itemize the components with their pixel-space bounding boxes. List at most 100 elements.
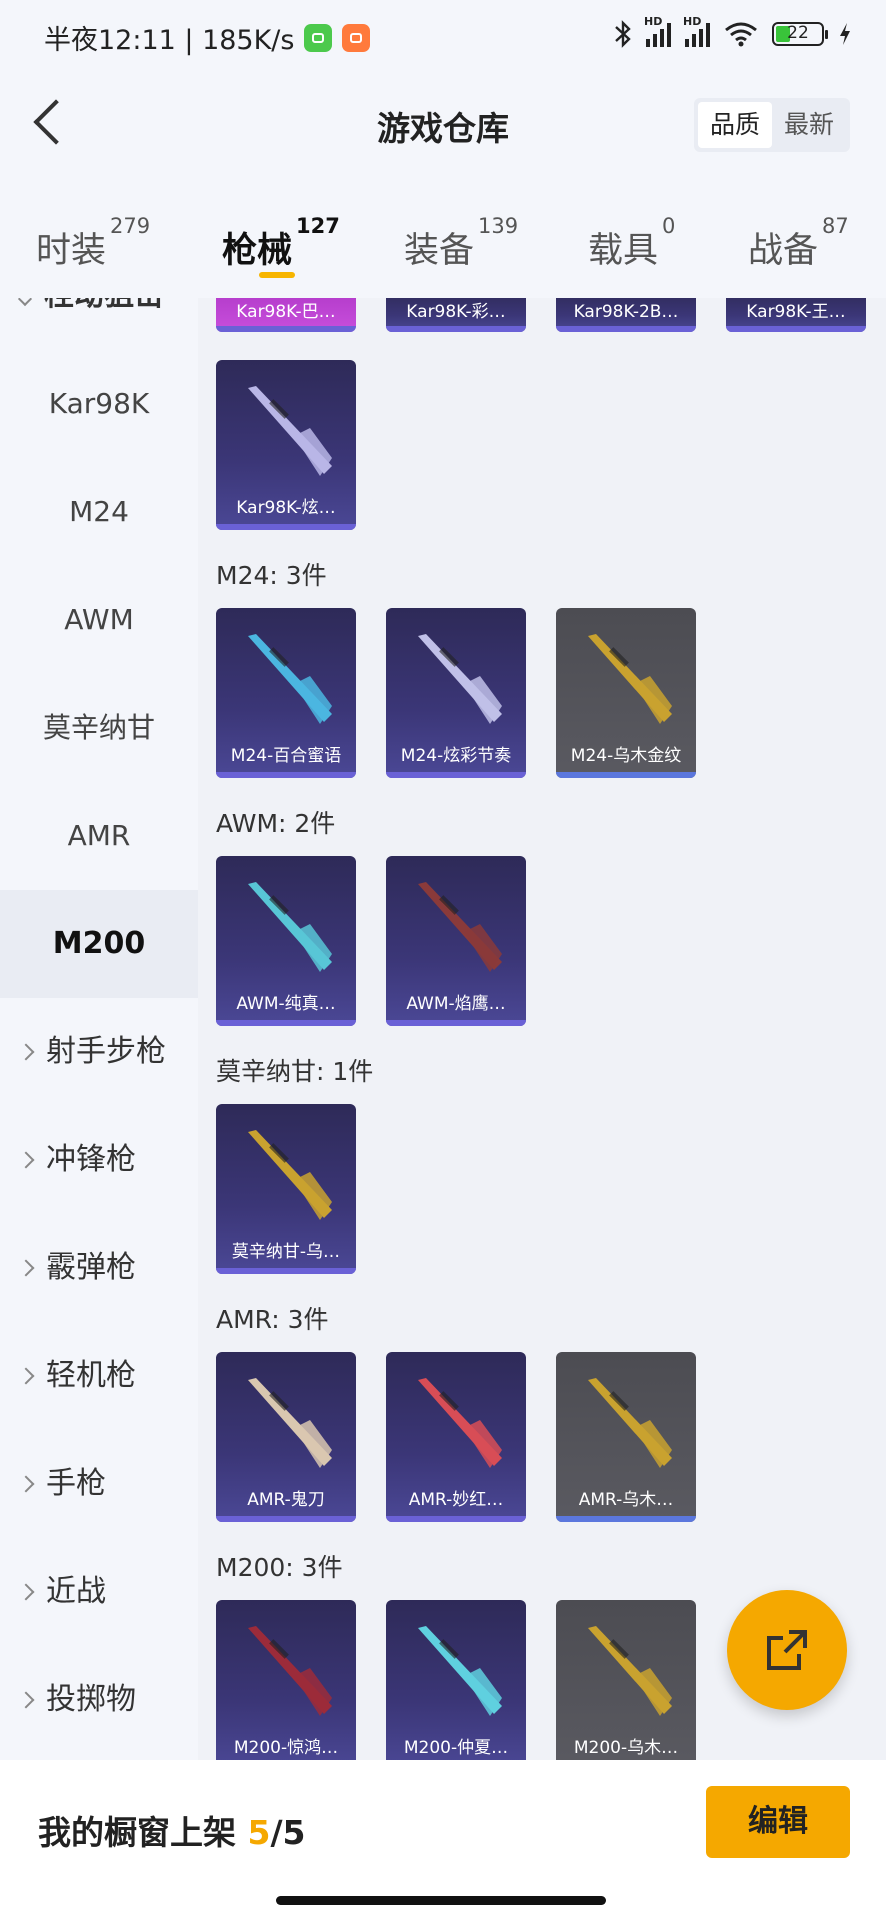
category-tabs: 时装279 枪械127 装备139 载具0 战备87 [0,180,886,298]
gun-skin-icon [248,1626,332,1716]
item-grid: Kar98K-巴… Kar98K-彩… Kar98K-2B… Kar98K-王…… [198,298,886,1760]
item-label: AMR-鬼刀 [247,1490,325,1510]
chevron-right-icon [17,1259,35,1277]
app-notification-icon [304,23,333,52]
sidebar-group-pistol[interactable]: 手枪 [0,1430,198,1538]
gun-skin-icon [588,1626,672,1716]
item-card[interactable]: AWM-纯真… [216,856,356,1026]
chevron-right-icon [17,1475,35,1493]
sort-by-quality[interactable]: 品质 [697,102,772,148]
gun-skin-icon [248,1378,332,1468]
shelf-status: 我的橱窗上架 5/5 [38,1813,306,1852]
item-card[interactable]: M24-百合蜜语 [216,608,356,778]
gun-skin-icon [588,634,672,724]
charging-icon [840,23,850,45]
item-label: Kar98K-炫… [236,498,336,518]
item-card[interactable]: M24-乌木金纹 [556,608,696,778]
item-label: M24-炫彩节奏 [400,746,512,766]
gun-skin-icon [418,634,502,724]
gun-skin-icon [418,1378,502,1468]
section-title: 莫辛纳甘: 1件 [216,1057,374,1086]
item-label: 莫辛纳甘-乌… [231,1242,341,1262]
item-label: AMR-乌木… [578,1490,674,1510]
item-label: M200-惊鸿… [233,1738,339,1758]
item-card[interactable]: Kar98K-王… [726,298,866,332]
item-card[interactable]: Kar98K-2B… [556,298,696,332]
wifi-icon [725,22,757,47]
sidebar-item-awm[interactable]: AWM [0,566,198,674]
status-left: 半夜12:11 | 185K/s [44,18,371,57]
tab-vehicles[interactable]: 载具0 [588,214,675,273]
sidebar-item-m200[interactable]: M200 [0,890,198,998]
item-card[interactable]: AMR-妙红… [386,1352,526,1522]
chevron-right-icon [17,1367,35,1385]
item-label: M24-乌木金纹 [570,746,682,766]
home-indicator [276,1896,606,1905]
chevron-right-icon [17,1043,35,1061]
shop-notification-icon [342,23,371,52]
gun-skin-icon [248,1130,332,1220]
chevron-right-icon [17,1151,35,1169]
sidebar-group-shotgun[interactable]: 霰弹枪 [0,1214,198,1322]
item-label: AWM-焰鹰… [406,994,506,1014]
item-label: AMR-妙红… [408,1490,504,1510]
tab-guns[interactable]: 枪械127 [222,214,340,273]
share-button[interactable] [727,1590,847,1710]
header: 游戏仓库 品质 最新 [0,72,886,180]
sidebar-group-bolt-action[interactable]: 栓动狙击 [0,298,198,320]
signal-icon-2: HD [683,15,710,47]
item-label: AWM-纯真… [236,994,336,1014]
item-card[interactable]: M200-惊鸿… [216,1600,356,1760]
sidebar-item-kar98k[interactable]: Kar98K [0,350,198,458]
shelf-total: /5 [270,1813,306,1852]
item-card[interactable]: M200-仲夏… [386,1600,526,1760]
sidebar-group-melee[interactable]: 近战 [0,1538,198,1646]
sidebar: 栓动狙击 Kar98K M24 AWM 莫辛纳甘 AMR M200 射手步枪 冲… [0,298,198,1760]
status-time: 半夜12:11 | 185K/s [44,25,295,56]
sidebar-group-throwables[interactable]: 投掷物 [0,1646,198,1754]
status-right: HD HD 22 [614,15,852,48]
shelf-current: 5 [247,1813,271,1852]
sort-toggle: 品质 最新 [693,98,850,152]
tab-supplies[interactable]: 战备87 [748,214,849,273]
sidebar-item-mosin[interactable]: 莫辛纳甘 [0,674,198,782]
item-card[interactable]: Kar98K-炫… [216,360,356,530]
item-card[interactable]: M200-乌木… [556,1600,696,1760]
signal-icon: HD [644,15,671,47]
tab-fashion[interactable]: 时装279 [36,214,150,273]
item-label: M200-乌木… [573,1738,679,1758]
section-title: AWM: 2件 [216,809,336,838]
item-label: Kar98K-2B… [573,302,679,322]
chevron-down-icon [17,298,33,307]
section-title: M24: 3件 [216,561,327,590]
tab-equipment[interactable]: 装备139 [404,214,518,273]
item-label: Kar98K-王… [746,302,846,322]
sort-by-newest[interactable]: 最新 [772,102,846,148]
sidebar-group-dmr[interactable]: 射手步枪 [0,998,198,1106]
section-title: AMR: 3件 [216,1305,329,1334]
gun-skin-icon [248,882,332,972]
chevron-right-icon [17,1691,35,1709]
item-card[interactable]: AMR-乌木… [556,1352,696,1522]
battery-icon: 22 [772,22,828,46]
item-card[interactable]: Kar98K-巴… [216,298,356,332]
active-tab-indicator [259,272,295,278]
sidebar-item-amr[interactable]: AMR [0,782,198,890]
sidebar-item-m24[interactable]: M24 [0,458,198,566]
item-label: Kar98K-彩… [406,302,506,322]
edit-button[interactable]: 编辑 [706,1786,850,1858]
item-card[interactable]: M24-炫彩节奏 [386,608,526,778]
section-title: M200: 3件 [216,1553,343,1582]
gun-skin-icon [418,1626,502,1716]
item-card[interactable]: AMR-鬼刀 [216,1352,356,1522]
chevron-right-icon [17,1583,35,1601]
item-card[interactable]: Kar98K-彩… [386,298,526,332]
gun-skin-icon [248,634,332,724]
item-card[interactable]: AWM-焰鹰… [386,856,526,1026]
sidebar-group-smg[interactable]: 冲锋枪 [0,1106,198,1214]
item-label: M24-百合蜜语 [230,746,342,766]
item-label: M200-仲夏… [403,1738,509,1758]
sidebar-group-lmg[interactable]: 轻机枪 [0,1322,198,1430]
item-card[interactable]: 莫辛纳甘-乌… [216,1104,356,1274]
bluetooth-icon [615,20,631,48]
